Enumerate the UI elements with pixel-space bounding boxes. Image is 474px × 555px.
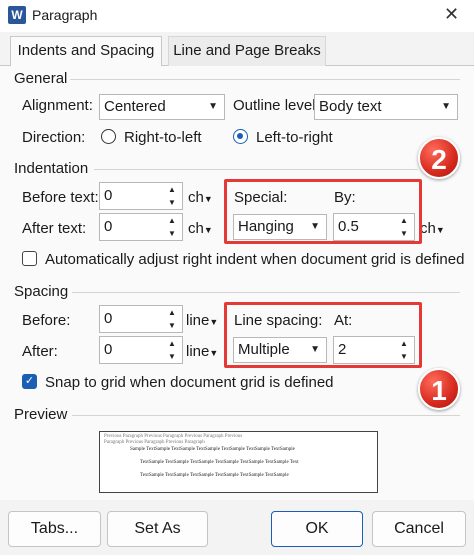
annotation-badge-2: 2 [418,137,460,179]
set-as-default-button[interactable]: Set As Default [107,511,208,555]
spacing-section-label: Spacing [14,283,69,300]
snap-to-grid-label: Snap to grid when document grid is defin… [45,374,334,391]
indentation-section-label: Indentation [14,160,89,177]
chevron-down-icon: ▼ [435,225,445,235]
window-title: Paragraph [32,7,98,23]
rtl-label: Right-to-left [124,129,202,146]
after-text-unit-label: ch [188,220,204,237]
close-icon[interactable]: ✕ [444,4,459,25]
spacing-after-value: 0 [104,341,113,358]
snap-to-grid-checkbox[interactable]: ✓ [22,374,37,389]
ltr-radio[interactable] [233,129,248,144]
preview-sample-text: TextSample TextSample TextSample TextSam… [140,460,299,465]
alignment-label: Alignment: [22,97,93,114]
preview-divider [72,415,460,416]
chevron-down-icon: ▼ [203,225,213,235]
outline-level-select[interactable]: Body text ▼ [314,94,458,120]
line-spacing-highlight [224,302,422,368]
spacing-before-spinner[interactable]: 0 ▲ ▼ [99,305,183,333]
general-section-label: General [14,70,68,87]
chevron-down-icon: ▼ [209,348,219,358]
spin-down-icon[interactable]: ▼ [164,228,180,240]
spin-down-icon[interactable]: ▼ [164,197,180,209]
spacing-after-spinner[interactable]: 0 ▲ ▼ [99,336,183,364]
preview-sample-text: TextSample TextSample TextSample TextSam… [140,473,289,478]
spacing-before-value: 0 [104,310,113,327]
auto-adjust-checkbox[interactable] [22,251,37,266]
after-text-unit[interactable]: ch▼ [188,220,213,237]
special-by-highlight [224,179,422,244]
preview-pane: Previous Paragraph Previous Paragraph Pr… [99,431,378,493]
chevron-down-icon: ▼ [441,101,451,112]
general-divider [70,79,460,80]
outline-level-label: Outline level: [233,97,320,114]
preview-previous-paragraph: Previous Paragraph Previous Paragraph Pr… [104,434,243,439]
after-text-label: After text: [22,220,87,237]
spacing-after-label: After: [22,343,58,360]
spin-down-icon[interactable]: ▼ [164,320,180,332]
spin-up-icon[interactable]: ▲ [164,338,180,350]
after-text-spinner[interactable]: 0 ▲ ▼ [99,213,183,241]
by-unit-label: ch [420,220,436,237]
spacing-before-label: Before: [22,312,71,329]
before-text-spinner[interactable]: 0 ▲ ▼ [99,182,183,210]
spin-up-icon[interactable]: ▲ [164,215,180,227]
chevron-down-icon: ▼ [209,317,219,327]
tab-line-and-page-breaks[interactable]: Line and Page Breaks [168,36,326,66]
tabs-button[interactable]: Tabs... [8,511,101,547]
spin-up-icon[interactable]: ▲ [164,184,180,196]
preview-section-label: Preview [14,406,68,423]
before-text-unit-label: ch [188,189,204,206]
word-app-icon: W [8,6,26,24]
preview-sample-text: Sample TextSample TextSample TextSample … [130,447,295,452]
before-text-unit[interactable]: ch▼ [188,189,213,206]
spacing-divider [72,292,460,293]
tab-indents-and-spacing[interactable]: Indents and Spacing [10,36,162,66]
alignment-select[interactable]: Centered ▼ [99,94,225,120]
before-text-label: Before text: [22,189,99,206]
before-text-value: 0 [104,187,113,204]
ltr-label: Left-to-right [256,129,333,146]
by-unit[interactable]: ch▼ [420,220,445,237]
chevron-down-icon: ▼ [203,194,213,204]
after-text-value: 0 [104,218,113,235]
spacing-after-unit-label: line [186,343,210,360]
annotation-badge-1: 1 [418,368,460,410]
spacing-after-unit[interactable]: line▼ [186,343,218,360]
chevron-down-icon: ▼ [208,101,218,112]
spacing-before-unit[interactable]: line▼ [186,312,218,329]
cancel-button[interactable]: Cancel [372,511,466,547]
spin-up-icon[interactable]: ▲ [164,307,180,319]
outline-level-value: Body text [319,98,382,115]
preview-previous-paragraph: Paragraph Previous Paragraph Previous Pa… [104,440,205,445]
indentation-divider [94,169,418,170]
ok-button[interactable]: OK [271,511,363,547]
alignment-value: Centered [104,98,166,115]
spacing-before-unit-label: line [186,312,210,329]
spin-down-icon[interactable]: ▼ [164,351,180,363]
direction-label: Direction: [22,129,86,146]
auto-adjust-label: Automatically adjust right indent when d… [45,251,465,268]
rtl-radio[interactable] [101,129,116,144]
